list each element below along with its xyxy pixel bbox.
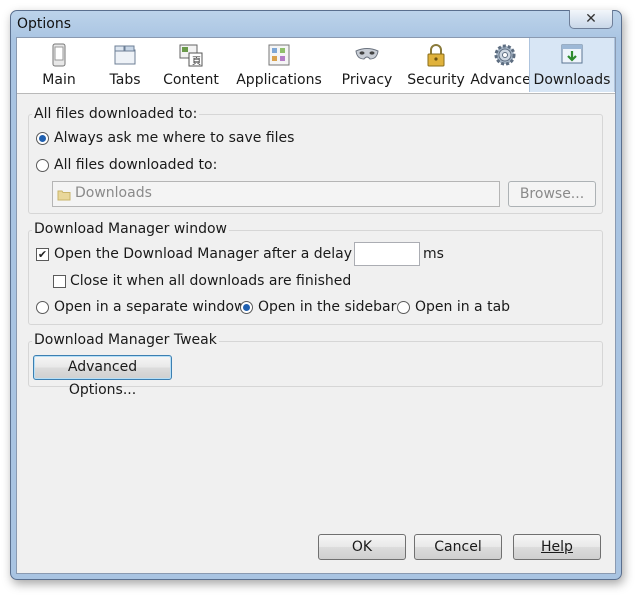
- privacy-mask-icon: [355, 48, 379, 60]
- ok-button[interactable]: OK: [318, 534, 406, 560]
- tab-applications-label: Applications: [236, 72, 322, 88]
- tab-privacy-label: Privacy: [341, 72, 393, 88]
- save-to-label: All files downloaded to:: [54, 157, 218, 173]
- open-window-radio[interactable]: [36, 301, 49, 314]
- folder-icon: [57, 190, 71, 201]
- lock-icon: [427, 44, 445, 67]
- advanced-options-button[interactable]: Advanced Options...: [33, 355, 172, 398]
- open-sidebar-radio[interactable]: [240, 301, 253, 314]
- help-button[interactable]: Help: [513, 534, 601, 560]
- open-tab-radio[interactable]: [397, 301, 410, 314]
- always-ask-radio[interactable]: [36, 132, 49, 145]
- open-sidebar-label: Open in the sidebar: [258, 299, 397, 315]
- applications-icon: [268, 44, 290, 66]
- tab-main[interactable]: Main: [27, 38, 91, 92]
- delay-input[interactable]: [354, 242, 420, 266]
- main-icon: [52, 43, 66, 67]
- window-title: Options: [17, 16, 72, 32]
- tab-content-label: Content: [163, 72, 219, 88]
- tab-content[interactable]: 頁 Content: [161, 38, 221, 92]
- content-icon: 頁: [179, 44, 203, 67]
- tab-security[interactable]: Security: [404, 38, 468, 92]
- always-ask-label: Always ask me where to save files: [54, 130, 295, 146]
- open-tab-label: Open in a tab: [415, 299, 511, 315]
- tab-downloads[interactable]: Downloads: [529, 38, 615, 92]
- download-manager-label: Download Manager window: [32, 221, 229, 237]
- close-when-done-checkbox[interactable]: [53, 275, 66, 288]
- tab-main-label: Main: [42, 72, 76, 88]
- download-folder-field[interactable]: Downloads: [52, 181, 500, 207]
- tab-tabs[interactable]: Tabs: [95, 38, 155, 92]
- options-toolbar: Main Tabs 頁 Content Applications Privacy…: [17, 38, 615, 94]
- close-button[interactable]: ✕: [569, 10, 613, 29]
- browse-button[interactable]: Browse...: [508, 181, 596, 207]
- close-when-done-label: Close it when all downloads are finished: [70, 273, 352, 289]
- tab-tabs-label: Tabs: [109, 72, 141, 88]
- open-window-label: Open in a separate window: [54, 299, 246, 315]
- tab-security-label: Security: [407, 72, 465, 88]
- cancel-button[interactable]: Cancel: [414, 534, 502, 560]
- download-folder-value: Downloads: [75, 185, 152, 201]
- open-delay-label: Open the Download Manager after a delay …: [54, 246, 370, 262]
- tab-applications[interactable]: Applications: [231, 38, 327, 92]
- tab-privacy[interactable]: Privacy: [335, 38, 399, 92]
- gear-icon: [494, 44, 516, 66]
- delay-unit-label: ms: [423, 246, 444, 262]
- svg-text:頁: 頁: [192, 56, 201, 67]
- open-delay-checkbox[interactable]: ✔: [36, 248, 49, 261]
- download-location-label: All files downloaded to:: [32, 106, 200, 122]
- save-to-radio[interactable]: [36, 159, 49, 172]
- tabs-icon: [114, 45, 136, 65]
- tweak-group-label: Download Manager Tweak: [32, 332, 219, 348]
- downloads-icon: [561, 44, 583, 64]
- tab-downloads-label: Downloads: [533, 72, 611, 88]
